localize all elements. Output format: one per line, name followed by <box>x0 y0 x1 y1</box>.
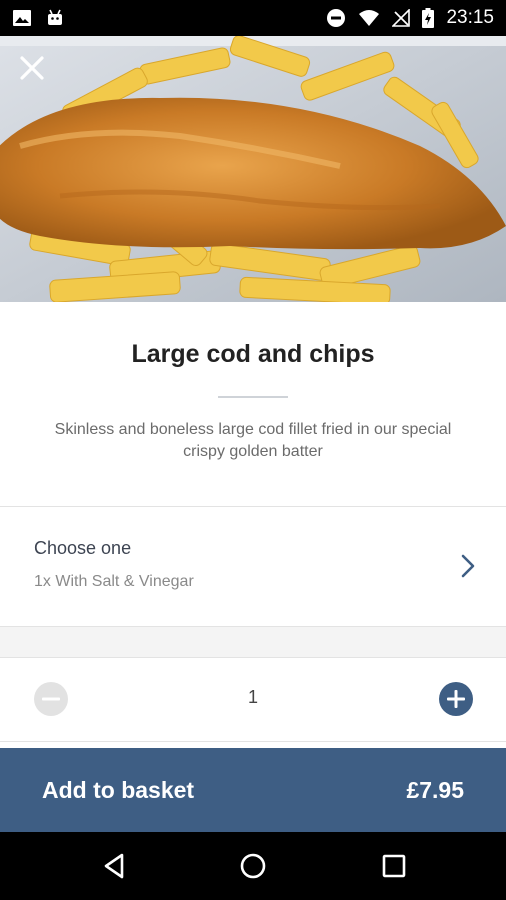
product-description: Skinless and boneless large cod fillet f… <box>54 421 452 460</box>
do-not-disturb-icon <box>327 9 346 27</box>
quantity-stepper: 1 <box>0 657 506 741</box>
basket-price: £7.95 <box>406 776 464 803</box>
section-gap <box>0 627 506 657</box>
fish-and-chips-photo <box>0 36 506 302</box>
add-to-basket-button[interactable]: Add to basket £7.95 <box>0 748 506 832</box>
android-icon <box>48 9 62 25</box>
add-to-basket-label: Add to basket <box>42 776 195 803</box>
navigation-bar <box>0 832 506 900</box>
option-value: 1x With Salt & Vinegar <box>34 573 194 590</box>
option-title: Choose one <box>34 538 132 558</box>
status-bar: 23:15 <box>0 0 506 36</box>
home-icon[interactable] <box>237 850 269 882</box>
quantity-value: 1 <box>247 687 258 707</box>
wifi-icon <box>359 10 380 26</box>
gallery-icon <box>13 10 31 26</box>
battery-charging-icon <box>422 8 435 28</box>
product-image <box>0 36 506 302</box>
close-icon[interactable] <box>14 50 50 86</box>
option-selector[interactable]: Choose one 1x With Salt & Vinegar <box>0 507 506 626</box>
plus-circle-icon[interactable] <box>438 681 474 717</box>
divider <box>0 741 506 742</box>
recents-icon[interactable] <box>378 850 410 882</box>
no-signal-icon <box>392 9 411 27</box>
product-title: Large cod and chips <box>131 340 375 368</box>
back-icon[interactable] <box>98 850 130 882</box>
title-divider <box>218 396 288 398</box>
chevron-right-icon <box>461 554 475 578</box>
status-time: 23:15 <box>446 7 494 28</box>
